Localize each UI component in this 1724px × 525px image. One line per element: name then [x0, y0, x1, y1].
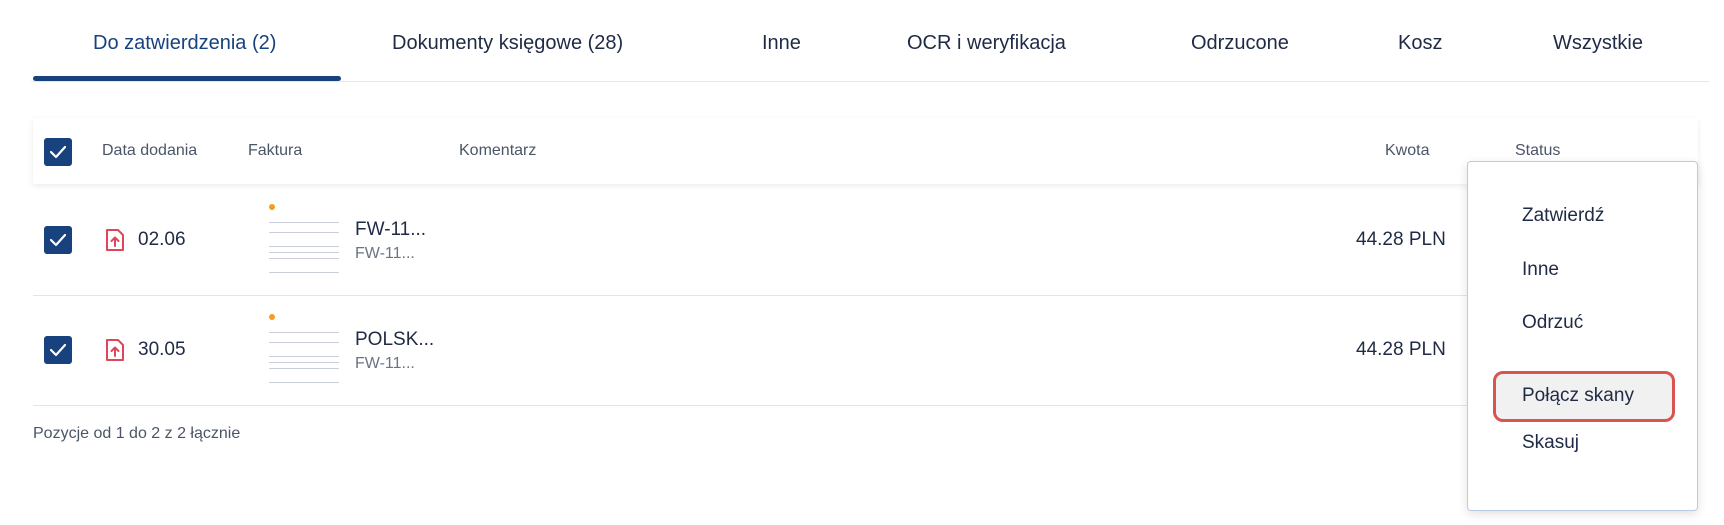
tab-dokumenty-ksiegowe[interactable]: Dokumenty księgowe (28) [392, 32, 623, 55]
table-header: Data dodania Faktura Komentarz Kwota Sta… [33, 118, 1698, 184]
tabs-divider [31, 81, 1709, 82]
row-date: 30.05 [138, 339, 186, 360]
row-amount: 44.28 PLN [1356, 229, 1446, 250]
row-checkbox[interactable] [44, 226, 72, 254]
header-status[interactable]: Status [1515, 142, 1560, 160]
row-checkbox[interactable] [44, 336, 72, 364]
invoice-name[interactable]: FW-11... [355, 219, 426, 241]
tab-do-zatwierdzenia[interactable]: Do zatwierdzenia (2) [93, 32, 276, 55]
pagination-summary: Pozycje od 1 do 2 z 2 łącznie [33, 425, 241, 442]
check-icon [49, 343, 67, 357]
invoice-name[interactable]: POLSK... [355, 329, 434, 351]
invoice-number: FW-11... [355, 355, 415, 372]
invoice-number: FW-11... [355, 245, 415, 262]
menu-item-inne[interactable]: Inne [1522, 259, 1559, 281]
row-date: 02.06 [138, 229, 186, 250]
pdf-upload-icon[interactable] [105, 338, 125, 362]
invoice-thumbnail[interactable] [253, 312, 363, 392]
table-row[interactable]: 30.05 POLSK... FW-11... 44.28 PLN [33, 296, 1698, 406]
header-date[interactable]: Data dodania [102, 142, 197, 160]
select-all-checkbox[interactable] [44, 138, 72, 166]
menu-item-zatwierdz[interactable]: Zatwierdź [1522, 205, 1604, 227]
tab-inne[interactable]: Inne [762, 32, 801, 55]
invoice-thumbnail[interactable] [253, 202, 363, 282]
header-comment[interactable]: Komentarz [459, 142, 536, 160]
menu-item-skasuj[interactable]: Skasuj [1522, 432, 1579, 454]
check-icon [49, 233, 67, 247]
tab-bar: Do zatwierdzenia (2) Dokumenty księgowe … [0, 0, 1724, 82]
tab-kosz[interactable]: Kosz [1398, 32, 1442, 55]
check-icon [49, 145, 67, 159]
header-amount[interactable]: Kwota [1385, 142, 1429, 160]
tab-ocr-i-weryfikacja[interactable]: OCR i weryfikacja [907, 32, 1066, 55]
row-amount: 44.28 PLN [1356, 339, 1446, 360]
pdf-upload-icon[interactable] [105, 228, 125, 252]
tab-odrzucone[interactable]: Odrzucone [1191, 32, 1289, 55]
actions-dropdown-menu: Zatwierdź Inne Odrzuć Połącz skany Skasu… [1467, 161, 1698, 511]
menu-item-polacz-skany[interactable]: Połącz skany [1522, 385, 1634, 407]
table-row[interactable]: 02.06 FW-11... FW-11... 44.28 PLN [33, 186, 1698, 296]
menu-item-odrzuc[interactable]: Odrzuć [1522, 312, 1583, 334]
header-invoice[interactable]: Faktura [248, 142, 302, 160]
tab-wszystkie[interactable]: Wszystkie [1553, 32, 1643, 55]
